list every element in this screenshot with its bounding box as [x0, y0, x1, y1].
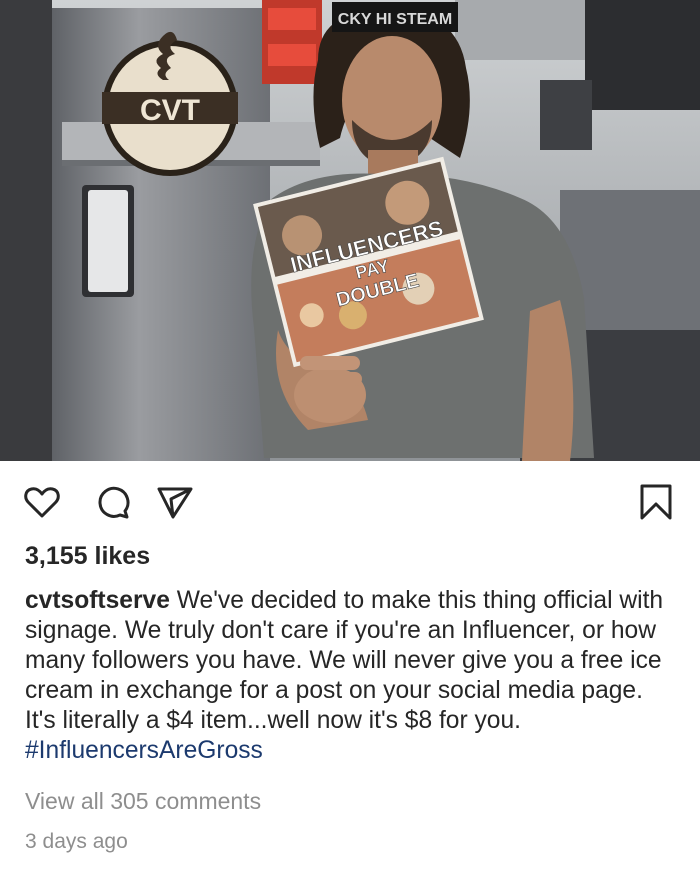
post-timestamp: 3 days ago — [25, 830, 128, 853]
post-caption: cvtsoftserve We've decided to make this … — [25, 586, 680, 766]
bookmark-icon[interactable] — [636, 482, 676, 522]
headband-text: CKY HI STEAM — [338, 11, 452, 28]
post-photo[interactable]: CVT CKY HI STEAM INFLUENCERS PAY DOUBLE — [0, 0, 700, 461]
view-all-comments-link[interactable]: View all 305 comments — [25, 788, 261, 815]
likes-count[interactable]: 3,155 likes — [25, 542, 150, 571]
post-photo-illustration: CVT CKY HI STEAM INFLUENCERS PAY DOUBLE — [0, 0, 700, 461]
paper-plane-icon[interactable] — [155, 482, 195, 522]
caption-username[interactable]: cvtsoftserve — [25, 587, 170, 614]
comment-bubble-icon[interactable] — [93, 482, 133, 522]
shop-logo-text: CVT — [140, 94, 200, 127]
caption-hashtag[interactable]: #InfluencersAreGross — [25, 737, 263, 764]
post-action-bar — [0, 474, 700, 530]
heart-icon[interactable] — [22, 482, 62, 522]
